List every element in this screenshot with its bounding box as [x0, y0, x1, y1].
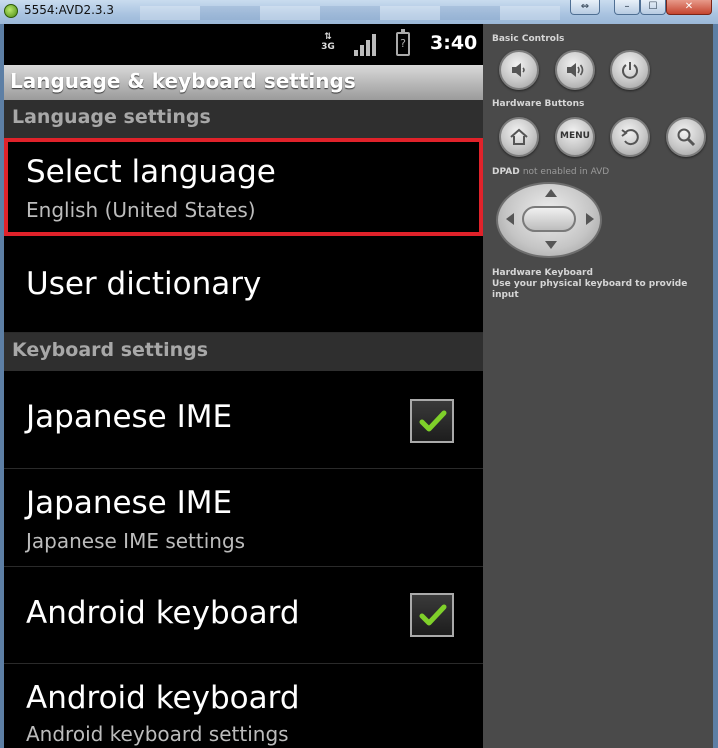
japanese-ime-settings-item[interactable]: Japanese IME Japanese IME settings [4, 469, 483, 567]
search-button[interactable] [666, 117, 706, 157]
network-3g-icon: ⇅ 3G [321, 32, 335, 52]
battery-icon: ? [396, 29, 410, 56]
page-title: Language & keyboard settings [10, 69, 356, 93]
item-title: Select language [26, 154, 276, 190]
android-keyboard-checkbox[interactable] [410, 593, 454, 637]
dpad-control [496, 182, 602, 258]
item-summary: Japanese IME settings [26, 529, 246, 553]
item-title: Japanese IME [26, 485, 233, 521]
background-window-ghost [140, 6, 560, 20]
emulator-app-icon [4, 4, 18, 18]
item-summary: English (United States) [26, 198, 256, 222]
hardware-buttons-label: Hardware Buttons [492, 99, 585, 109]
japanese-ime-toggle-item[interactable]: Japanese IME [4, 371, 483, 469]
section-keyboard-settings: Keyboard settings [4, 333, 483, 371]
dpad-left-arrow-icon [506, 213, 514, 225]
basic-controls-label: Basic Controls [492, 34, 565, 44]
item-title: Japanese IME [26, 399, 233, 435]
item-title: Android keyboard [26, 595, 300, 631]
user-dictionary-item[interactable]: User dictionary [4, 236, 483, 333]
dpad-down-arrow-icon [545, 241, 557, 249]
section-language-settings: Language settings [4, 100, 483, 138]
status-clock: 3:40 [430, 32, 478, 54]
check-icon [419, 604, 447, 626]
check-icon [419, 410, 447, 432]
window-titlebar[interactable]: 5554:AVD2.3.3 ⇔ – ☐ ✕ [0, 0, 718, 24]
minimize-button[interactable]: – [614, 0, 640, 15]
dpad-up-arrow-icon [545, 189, 557, 197]
dpad-right-arrow-icon [586, 213, 594, 225]
japanese-ime-checkbox[interactable] [410, 399, 454, 443]
hardware-keyboard-info: Hardware Keyboard Use your physical keyb… [492, 268, 688, 300]
power-icon [622, 62, 638, 79]
menu-button[interactable]: MENU [555, 117, 595, 157]
window-title: 5554:AVD2.3.3 [24, 3, 115, 17]
item-summary: Android keyboard settings [26, 722, 289, 746]
window-border-right [713, 24, 718, 748]
item-title: Android keyboard [26, 680, 300, 716]
section-label: Language settings [12, 106, 211, 128]
emulator-controls-panel: Basic Controls Hardware Buttons MENU DPA… [483, 24, 713, 748]
volume-down-icon [512, 63, 525, 77]
power-button[interactable] [610, 50, 650, 90]
volume-up-button[interactable] [555, 50, 595, 90]
restore-button[interactable]: ⇔ [570, 0, 600, 15]
home-button[interactable] [499, 117, 539, 157]
back-button[interactable] [610, 117, 650, 157]
item-title: User dictionary [26, 266, 262, 302]
dpad-label: DPAD not enabled in AVD [492, 167, 610, 177]
close-button[interactable]: ✕ [666, 0, 712, 15]
android-keyboard-toggle-item[interactable]: Android keyboard [4, 567, 483, 664]
menu-label: MENU [560, 131, 590, 141]
android-keyboard-settings-item[interactable]: Android keyboard Android keyboard settin… [4, 664, 483, 748]
volume-up-icon [567, 63, 584, 77]
maximize-button[interactable]: ☐ [640, 0, 666, 15]
section-label: Keyboard settings [12, 339, 209, 361]
settings-header: Language & keyboard settings [4, 65, 483, 100]
select-language-item[interactable]: Select language English (United States) [4, 138, 483, 236]
dpad-center-button [522, 206, 576, 232]
volume-down-button[interactable] [499, 50, 539, 90]
signal-strength-icon [354, 34, 378, 56]
search-icon [677, 128, 696, 147]
back-icon [621, 129, 639, 146]
status-bar: ⇅ 3G ? 3:40 [4, 24, 483, 65]
home-icon [510, 128, 528, 145]
device-screen[interactable]: ⇅ 3G ? 3:40 Language & keyboard settings … [4, 24, 483, 748]
